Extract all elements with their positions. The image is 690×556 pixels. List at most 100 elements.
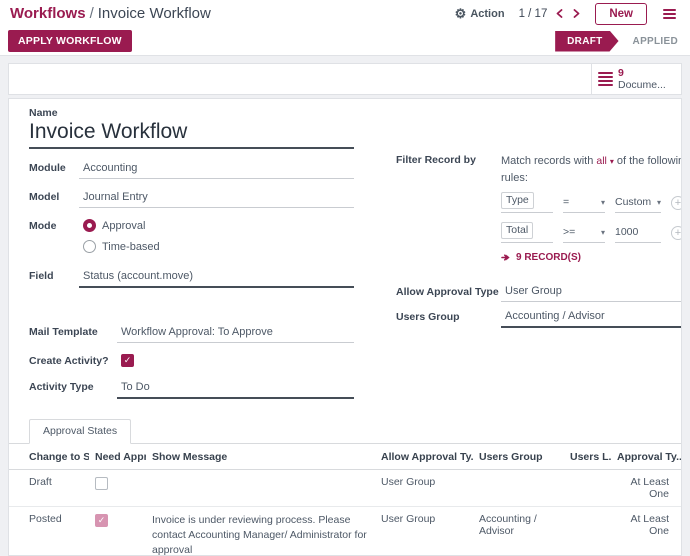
- name-label: Name: [29, 107, 354, 119]
- radio-unchecked-icon: [83, 240, 96, 253]
- module-label: Module: [29, 159, 79, 174]
- create-activity-label: Create Activity?: [29, 352, 117, 367]
- chevron-left-icon[interactable]: [555, 9, 564, 18]
- documents-stat-button[interactable]: 9 Docume...: [591, 64, 681, 94]
- records-count-link[interactable]: 9 RECORD(S): [501, 252, 682, 263]
- need-approval-checkbox[interactable]: [95, 477, 108, 490]
- caret-down-icon: ▾: [657, 198, 661, 207]
- pager-value: 1 / 17: [519, 8, 548, 20]
- action-menu-label: Action: [470, 8, 504, 20]
- table-row-draft[interactable]: Draft User Group At Least One: [9, 470, 682, 507]
- gear-icon: ⚙: [455, 7, 467, 20]
- mode-label: Mode: [29, 217, 79, 232]
- cell-approval-type[interactable]: At Least One: [611, 470, 682, 507]
- button-box-strip: 9 Docume...: [8, 63, 682, 95]
- approval-states-table: Change to St... Need Appro... Show Messa…: [9, 444, 682, 556]
- allow-approval-type-input[interactable]: User Group: [501, 282, 682, 302]
- documents-count: 9: [618, 67, 666, 79]
- arrow-right-icon: [501, 253, 511, 262]
- mode-time-based-label: Time-based: [102, 241, 160, 253]
- field-input[interactable]: Status (account.move): [79, 267, 354, 288]
- add-rule-icon[interactable]: +: [671, 196, 682, 210]
- rule-field-input[interactable]: Total: [501, 222, 553, 243]
- model-input[interactable]: Journal Entry: [79, 188, 354, 208]
- allow-approval-type-label: Allow Approval Type: [396, 285, 501, 298]
- col-change-to-state[interactable]: Change to St...: [9, 444, 89, 470]
- documents-label: Docume...: [618, 79, 666, 91]
- rule-field-input[interactable]: Type: [501, 192, 553, 213]
- cell-show-message[interactable]: Invoice is under reviewing process. Plea…: [146, 507, 375, 556]
- cell-users-login[interactable]: [564, 507, 611, 556]
- breadcrumb-workflows-link[interactable]: Workflows: [10, 5, 86, 22]
- activity-type-label: Activity Type: [29, 378, 117, 393]
- col-allow-approval-type[interactable]: Allow Approval Ty...: [375, 444, 473, 470]
- cell-change-to[interactable]: Posted: [9, 507, 89, 556]
- cell-users-group[interactable]: Accounting / Advisor: [473, 507, 564, 556]
- cell-users-group[interactable]: [473, 470, 564, 507]
- col-users-login[interactable]: Users L...: [564, 444, 611, 470]
- caret-down-icon: ▾: [601, 228, 605, 237]
- name-input[interactable]: Invoice Workflow: [29, 119, 354, 149]
- action-menu-button[interactable]: ⚙ Action: [455, 7, 505, 20]
- stacked-lines-icon: [598, 72, 613, 87]
- col-users-group[interactable]: Users Group: [473, 444, 564, 470]
- mail-template-input[interactable]: Workflow Approval: To Approve: [117, 323, 354, 343]
- rule-field-tag[interactable]: Total: [501, 222, 533, 239]
- col-approval-type[interactable]: Approval Ty...: [611, 444, 682, 470]
- apply-workflow-button[interactable]: APPLY WORKFLOW: [8, 30, 132, 52]
- table-header-row: Change to St... Need Appro... Show Messa…: [9, 444, 682, 470]
- rule-value-input[interactable]: 1000: [615, 226, 661, 243]
- domain-match-line: Match records with all ▾ of the followin…: [501, 153, 682, 186]
- model-label: Model: [29, 188, 79, 203]
- mode-radio-time-based[interactable]: Time-based: [83, 240, 352, 253]
- form-sheet: Name Invoice Workflow Module Accounting …: [8, 98, 682, 556]
- breadcrumb-current: Invoice Workflow: [98, 5, 211, 22]
- field-label: Field: [29, 267, 79, 282]
- add-rule-icon[interactable]: +: [671, 226, 682, 240]
- records-count-label: 9 RECORD(S): [516, 252, 581, 263]
- cell-need-approval[interactable]: [89, 470, 146, 507]
- statusbar: DRAFT APPLIED: [555, 31, 678, 52]
- notebook-tabs: Approval States: [9, 418, 681, 444]
- match-prefix: Match records with: [501, 155, 593, 167]
- menu-toggle-icon[interactable]: [661, 7, 678, 21]
- mail-template-label: Mail Template: [29, 323, 117, 338]
- tab-approval-states[interactable]: Approval States: [29, 419, 131, 444]
- users-group-input[interactable]: Accounting / Advisor: [501, 307, 682, 328]
- domain-rule-row: Type =▾ Custom▾ + …: [501, 192, 682, 213]
- domain-rule-row: Total >=▾ 1000 + …: [501, 222, 682, 243]
- mode-radio-approval[interactable]: Approval: [83, 219, 352, 232]
- cell-allow-approval-type[interactable]: User Group: [375, 507, 473, 556]
- cell-users-login[interactable]: [564, 470, 611, 507]
- caret-down-icon: ▾: [601, 198, 605, 207]
- breadcrumb: Workflows/Invoice Workflow: [10, 5, 211, 22]
- rule-field-tag[interactable]: Type: [501, 192, 534, 209]
- col-show-message[interactable]: Show Message: [146, 444, 375, 470]
- rule-operator-select[interactable]: =▾: [563, 196, 605, 213]
- table-row-posted[interactable]: Posted ✓ Invoice is under reviewing proc…: [9, 507, 682, 556]
- filter-record-by-label: Filter Record by: [396, 153, 501, 166]
- need-approval-checkbox[interactable]: ✓: [95, 514, 108, 527]
- new-button[interactable]: New: [595, 3, 647, 25]
- users-group-label: Users Group: [396, 310, 501, 323]
- status-draft[interactable]: DRAFT: [555, 31, 618, 52]
- breadcrumb-separator: /: [90, 5, 94, 22]
- rule-operator-select[interactable]: >=▾: [563, 226, 605, 243]
- top-navbar: Workflows/Invoice Workflow ⚙ Action 1 / …: [0, 0, 690, 27]
- cell-show-message[interactable]: [146, 470, 375, 507]
- match-operator-select[interactable]: all ▾: [596, 155, 613, 167]
- chevron-right-icon[interactable]: [572, 9, 581, 18]
- col-need-approval[interactable]: Need Appro...: [89, 444, 146, 470]
- create-activity-checkbox[interactable]: ✓: [121, 354, 134, 367]
- spacer: [0, 56, 690, 63]
- mode-approval-label: Approval: [102, 220, 145, 232]
- module-input[interactable]: Accounting: [79, 159, 354, 179]
- activity-type-input[interactable]: To Do: [117, 378, 354, 399]
- status-applied[interactable]: APPLIED: [633, 36, 678, 47]
- cell-change-to[interactable]: Draft: [9, 470, 89, 507]
- record-pager: 1 / 17: [519, 8, 582, 20]
- rule-value-select[interactable]: Custom▾: [615, 196, 661, 213]
- cell-allow-approval-type[interactable]: User Group: [375, 470, 473, 507]
- cell-need-approval[interactable]: ✓: [89, 507, 146, 556]
- cell-approval-type[interactable]: At Least One: [611, 507, 682, 556]
